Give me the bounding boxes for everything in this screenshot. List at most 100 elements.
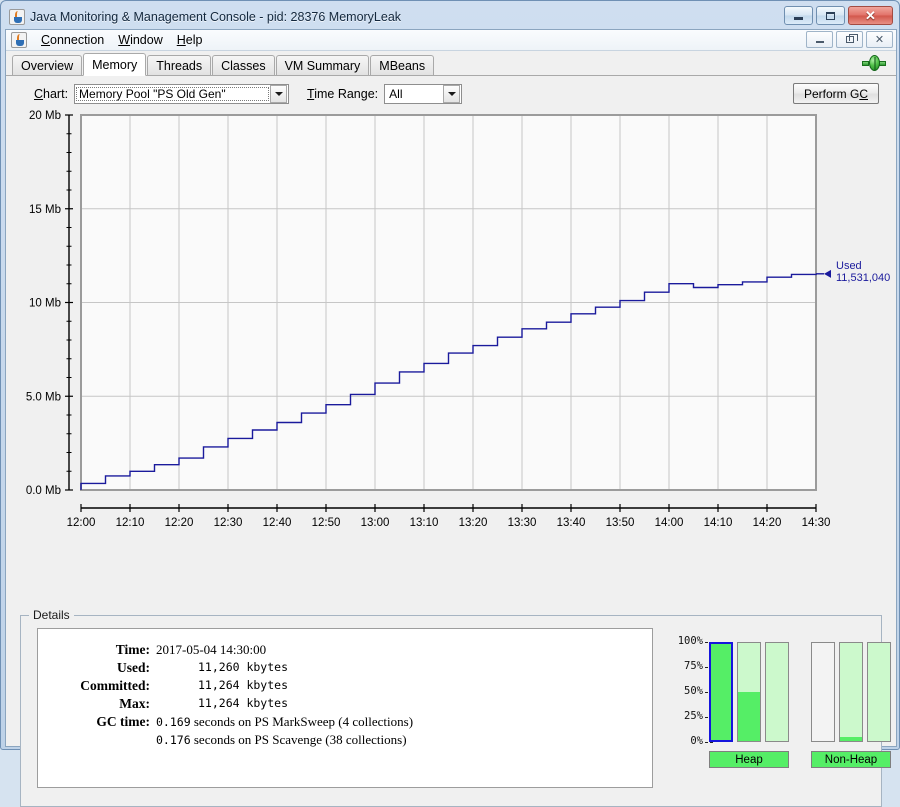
bar-chart-ytick-label: 75% [661,660,703,672]
chevron-down-icon[interactable] [443,85,460,103]
close-button[interactable]: ✕ [848,6,893,25]
chevron-down-icon[interactable] [270,85,287,103]
details-text-area[interactable]: Time: 2017-05-04 14:30:00 Used: 11,260 k… [37,628,653,788]
heap-button[interactable]: Heap [709,751,789,768]
tab-label: Classes [221,59,265,73]
tab-threads[interactable]: Threads [147,55,211,75]
time-range-combo[interactable]: All [384,84,462,104]
memory-bar-nonheap-1[interactable] [811,642,835,742]
java-cup-icon [9,9,25,25]
mdi-minimize-button[interactable] [806,31,833,48]
tab-memory[interactable]: Memory [83,53,146,76]
heap-nonheap-bar-chart: 100%75%50%25%0%HeapNon-Heap [661,634,876,784]
bar-chart-ytick-label: 0% [661,735,703,747]
detail-label-blank [38,731,156,749]
close-icon: ✕ [875,33,884,46]
chart-selector-label: Chart: [34,87,68,101]
window-title: Java Monitoring & Management Console - p… [30,10,401,24]
detail-label-committed: Committed: [38,677,156,695]
details-panel-title: Details [29,608,74,622]
menu-item-help[interactable]: Help [170,31,210,49]
memory-tab-content: Chart: Memory Pool "PS Old Gen" Time Ran… [6,77,896,746]
client-area: Connection Window Help ✕ Overview Memory… [5,29,897,747]
table-row: 0.176 seconds on PS Scavenge (38 collect… [38,731,413,749]
bar-chart-ytick-mark [705,742,713,743]
group-button-label: Heap [735,754,763,766]
time-range-value: All [385,87,443,101]
maximize-icon [826,12,835,20]
svg-text:12:20: 12:20 [165,517,194,529]
svg-text:0.0 Mb: 0.0 Mb [26,485,61,497]
svg-text:13:50: 13:50 [606,517,635,529]
mdi-restore-icon [846,36,854,43]
bar-used-fill [840,737,862,741]
memory-bar-nonheap-3[interactable] [867,642,891,742]
bar-used-fill [738,692,760,741]
mdi-minimize-icon [816,41,824,43]
tab-label: VM Summary [285,59,361,73]
bar-committed-fill [766,643,788,741]
detail-value-committed: 11,264 kbytes [156,677,413,695]
svg-text:14:10: 14:10 [704,517,733,529]
perform-gc-button[interactable]: Perform GC [793,83,879,104]
title-bar: Java Monitoring & Management Console - p… [5,5,895,29]
svg-text:15 Mb: 15 Mb [29,204,61,216]
non-heap-button[interactable]: Non-Heap [811,751,891,768]
mdi-close-button[interactable]: ✕ [866,31,893,48]
svg-text:5.0 Mb: 5.0 Mb [26,391,61,403]
svg-text:13:30: 13:30 [508,517,537,529]
table-row: GC time: 0.169 seconds on PS MarkSweep (… [38,713,413,731]
bar-used-fill [711,644,731,740]
svg-text:Used: Used [836,260,862,272]
svg-text:14:30: 14:30 [802,517,831,529]
bar-chart-ytick-label: 50% [661,685,703,697]
svg-text:12:00: 12:00 [67,517,96,529]
memory-bar-nonheap-2[interactable] [839,642,863,742]
tab-label: Threads [156,59,202,73]
details-panel: Details Time: 2017-05-04 14:30:00 Used: … [20,615,882,807]
mdi-restore-button[interactable] [836,31,863,48]
table-row: Committed: 11,264 kbytes [38,677,413,695]
svg-text:13:00: 13:00 [361,517,390,529]
details-table: Time: 2017-05-04 14:30:00 Used: 11,260 k… [38,641,413,749]
svg-text:13:10: 13:10 [410,517,439,529]
perform-gc-label: Perform GC [804,87,868,101]
gc-scavenge-seconds: 0.176 [156,733,191,747]
svg-text:13:20: 13:20 [459,517,488,529]
maximize-button[interactable] [816,6,845,25]
bar-chart-ytick-label: 25% [661,710,703,722]
minimize-button[interactable] [784,6,813,25]
memory-bar-heap-2[interactable] [737,642,761,742]
chart-selector-combo[interactable]: Memory Pool "PS Old Gen" [74,84,289,104]
tab-vm-summary[interactable]: VM Summary [276,55,370,75]
svg-text:12:50: 12:50 [312,517,341,529]
tab-overview[interactable]: Overview [12,55,82,75]
svg-text:20 Mb: 20 Mb [29,110,61,122]
menu-item-connection[interactable]: Connection [34,31,111,49]
detail-label-time: Time: [38,641,156,659]
svg-text:12:30: 12:30 [214,517,243,529]
detail-value-max: 11,264 kbytes [156,695,413,713]
svg-text:14:20: 14:20 [753,517,782,529]
detail-label-used: Used: [38,659,156,677]
chart-toolbar: Chart: Memory Pool "PS Old Gen" Time Ran… [6,77,896,110]
java-cup-icon [11,32,27,48]
tab-label: MBeans [379,59,425,73]
memory-bar-heap-1[interactable] [709,642,733,742]
svg-text:10 Mb: 10 Mb [29,298,61,310]
tab-classes[interactable]: Classes [212,55,274,75]
bar-committed-fill [840,643,862,741]
tab-mbeans[interactable]: MBeans [370,55,434,75]
memory-line-chart[interactable]: 0.0 Mb 5.0 Mb 10 Mb 15 Mb 20 Mb 12:00 12:10 12:… [6,110,896,607]
connected-plug-icon [862,54,886,72]
gc-marksweep-text: seconds on PS MarkSweep (4 collections) [194,714,413,729]
detail-label-gc-time: GC time: [38,713,156,731]
table-row: Max: 11,264 kbytes [38,695,413,713]
svg-text:12:10: 12:10 [116,517,145,529]
table-row: Used: 11,260 kbytes [38,659,413,677]
tab-label: Overview [21,59,73,73]
close-icon: ✕ [865,9,876,22]
minimize-icon [794,17,803,20]
menu-item-window[interactable]: Window [111,31,169,49]
memory-bar-heap-3[interactable] [765,642,789,742]
